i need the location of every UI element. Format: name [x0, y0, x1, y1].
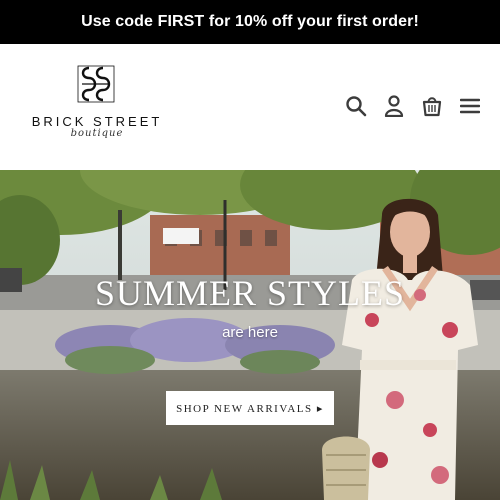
hero-banner[interactable]: SUMMER STYLES are here SHOP NEW ARRIVALS… — [0, 170, 500, 500]
hero-title: SUMMER STYLES — [94, 273, 406, 313]
account-icon[interactable] — [382, 94, 406, 118]
logo-name: BRICK STREET — [31, 114, 163, 129]
store-logo[interactable]: BRICK STREET boutique — [22, 62, 172, 152]
logo-subtitle: boutique — [70, 128, 124, 139]
site-header: BRICK STREET boutique — [0, 44, 500, 170]
cart-icon[interactable] — [420, 94, 444, 118]
announcement-text: Use code FIRST for 10% off your first or… — [81, 13, 419, 30]
hero-subtitle: are here — [222, 324, 278, 341]
header-icons — [344, 94, 482, 118]
menu-icon[interactable] — [458, 94, 482, 118]
search-icon[interactable] — [344, 94, 368, 118]
announcement-bar[interactable]: Use code FIRST for 10% off your first or… — [0, 0, 500, 44]
monogram-logo-icon — [77, 65, 115, 103]
shop-new-arrivals-button[interactable]: SHOP NEW ARRIVALS ▸ — [166, 391, 334, 425]
